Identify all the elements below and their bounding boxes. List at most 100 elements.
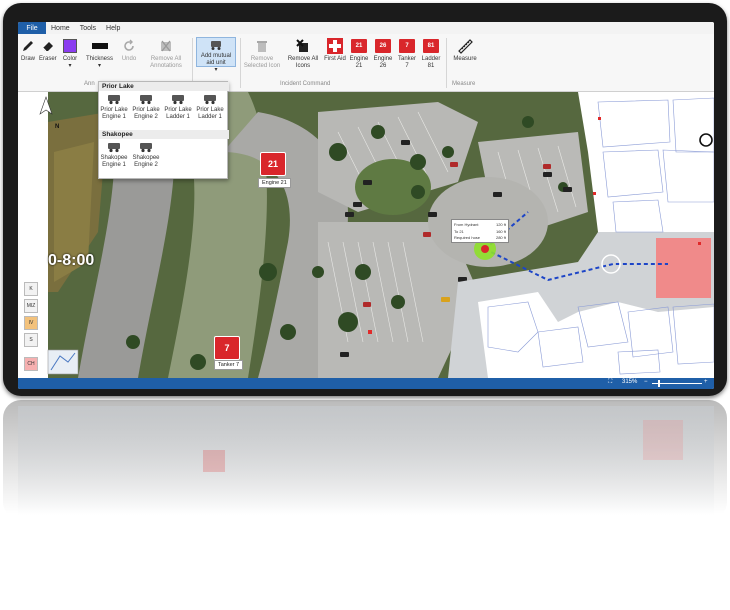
remove-all-annotations-button[interactable]: Remove All Annotations [144, 38, 188, 70]
first-aid-button[interactable]: First Aid [324, 38, 346, 63]
undo-label: Undo [121, 56, 137, 62]
fire-truck-icon [108, 95, 120, 105]
ladder-81-button[interactable]: 81 Ladder 81 [420, 38, 442, 70]
menu-tools[interactable]: Tools [75, 25, 101, 32]
dropdown-item-label: Prior Lake Engine 1 [100, 107, 128, 120]
dropdown-item-label: Shakopee Engine 2 [132, 155, 160, 168]
ribbon-separator [446, 38, 447, 88]
draw-button[interactable]: Draw [20, 38, 36, 63]
menu-help[interactable]: Help [101, 25, 125, 32]
zoom-out-icon[interactable]: − [644, 379, 648, 385]
mutual-aid-dropdown: Prior Lake Prior Lake Engine 1 Prior Lak… [98, 81, 229, 179]
tanker-7-icon: 7 [399, 38, 415, 54]
engine-21-button[interactable]: 21 Engine 21 [348, 38, 370, 70]
tanker-7-button[interactable]: 7 Tanker 7 [396, 38, 418, 70]
tanker-7-number: 7 [224, 343, 230, 353]
annotations-group-label: Ann [84, 81, 95, 87]
add-mutual-aid-unit-label: Add mutual aid unit [200, 53, 232, 66]
fire-truck-icon [204, 95, 216, 105]
hose-measurement-tooltip: From Hydrant 120 ft To 21 160 ft Require… [451, 219, 509, 243]
tooltip-value: 280 ft [495, 235, 506, 240]
undo-icon [121, 38, 137, 54]
zoom-slider[interactable] [652, 380, 702, 387]
chevron-down-icon[interactable]: ⌄ [18, 360, 24, 368]
device-reflection [3, 400, 727, 520]
eraser-button[interactable]: Eraser [39, 38, 57, 63]
trash-icon [254, 38, 270, 54]
remove-all-icons-button[interactable]: Remove All Icons [284, 38, 322, 70]
zoom-in-icon[interactable]: + [704, 379, 708, 385]
add-mutual-aid-unit-button[interactable]: Add mutual aid unit ▾ [196, 37, 236, 73]
thickness-label: Thickness [86, 56, 114, 62]
dropdown-item-prior-lake-engine-2[interactable]: Prior Lake Engine 2 [131, 94, 161, 121]
dropdown-item-shakopee-engine-1[interactable]: Shakopee Engine 1 [99, 142, 129, 169]
engine-21-number: 21 [267, 159, 278, 169]
reflection-marker [643, 420, 683, 460]
tooltip-row: Required hose 280 ft [454, 235, 506, 242]
ladder-81-label: Ladder 81 [421, 56, 441, 69]
color-swatch-icon [62, 38, 78, 54]
status-bar: ⛶ 315% − + [18, 378, 714, 389]
dropdown-group-shakopee: Shakopee [99, 130, 229, 139]
north-label: N [55, 124, 60, 130]
menu-bar: File Home Tools Help [18, 22, 714, 34]
measure-button[interactable]: Measure [452, 38, 478, 63]
chevron-down-icon: ▾ [68, 63, 72, 69]
layer-button-k[interactable]: K [24, 282, 38, 296]
tanker-7-label: Tanker 7 [397, 56, 416, 69]
color-button[interactable]: Color ▾ [62, 38, 78, 70]
remove-annotations-icon [158, 38, 174, 54]
timer-overlay: 0-8:00 [48, 252, 95, 269]
menu-file[interactable]: File [18, 22, 46, 34]
fire-truck-icon [108, 143, 120, 153]
engine-21-map-marker[interactable]: 21 [260, 152, 286, 176]
fire-truck-icon [172, 95, 184, 105]
engine-26-label: Engine 26 [373, 56, 393, 69]
first-aid-label: First Aid [324, 56, 346, 62]
zoom-slider-thumb[interactable] [658, 380, 660, 387]
dropdown-item-shakopee-engine-2[interactable]: Shakopee Engine 2 [131, 142, 161, 169]
tablet-frame: File Home Tools Help Draw Eraser Color ▾… [3, 3, 727, 396]
remove-selected-icon-label: Remove Selected Icon [243, 56, 281, 69]
dropdown-item-prior-lake-ladder-1b[interactable]: Prior Lake Ladder 1 [195, 94, 225, 121]
reflection-marker [203, 450, 225, 472]
engine-21-label: Engine 21 [349, 56, 369, 69]
measure-group-label: Measure [452, 81, 476, 87]
ladder-81-icon: 81 [423, 38, 439, 54]
engine-26-button[interactable]: 26 Engine 26 [372, 38, 394, 70]
tanker-7-map-marker[interactable]: 7 [214, 336, 240, 360]
remove-all-icons-label: Remove All Icons [287, 56, 319, 69]
remove-selected-icon-button[interactable]: Remove Selected Icon [242, 38, 282, 70]
chevron-down-icon: ▾ [98, 63, 102, 69]
chevron-down-icon: ▾ [214, 67, 218, 73]
tanker-7-map-label: Tanker 7 [214, 360, 244, 370]
layer-button-miz[interactable]: MIZ [24, 299, 38, 313]
undo-button[interactable]: Undo [121, 38, 137, 63]
fit-screen-icon[interactable]: ⛶ [608, 379, 612, 386]
fire-truck-icon [140, 95, 152, 105]
dropdown-item-prior-lake-engine-1[interactable]: Prior Lake Engine 1 [99, 94, 129, 121]
dropdown-item-label: Prior Lake Engine 2 [132, 107, 160, 120]
eraser-label: Eraser [39, 56, 57, 62]
layer-button-iv[interactable]: IV [24, 316, 38, 330]
draw-label: Draw [20, 56, 35, 62]
menu-home[interactable]: Home [46, 25, 75, 32]
ruler-icon [457, 38, 473, 54]
engine-21-map-label: Engine 21 [258, 178, 291, 188]
line-thickness-icon [91, 38, 108, 54]
dropdown-group-prior-lake: Prior Lake [99, 82, 229, 91]
dropdown-item-label: Prior Lake Ladder 1 [164, 107, 192, 120]
reflection-screen [18, 406, 714, 516]
incident-command-group-label: Incident Command [280, 81, 331, 87]
dropdown-item-prior-lake-ladder-1[interactable]: Prior Lake Ladder 1 [163, 94, 193, 121]
pen-icon [20, 38, 36, 54]
remove-icons-icon [295, 38, 311, 54]
app-window: File Home Tools Help Draw Eraser Color ▾… [18, 22, 714, 389]
layer-button-ch[interactable]: CH [24, 357, 38, 371]
dropdown-item-label: Prior Lake Ladder 1 [196, 107, 224, 120]
thickness-button[interactable]: Thickness ▾ [86, 38, 113, 70]
layer-button-s[interactable]: S [24, 333, 38, 347]
measure-label: Measure [453, 56, 477, 62]
first-aid-icon [327, 38, 343, 54]
ribbon-separator [240, 38, 241, 88]
